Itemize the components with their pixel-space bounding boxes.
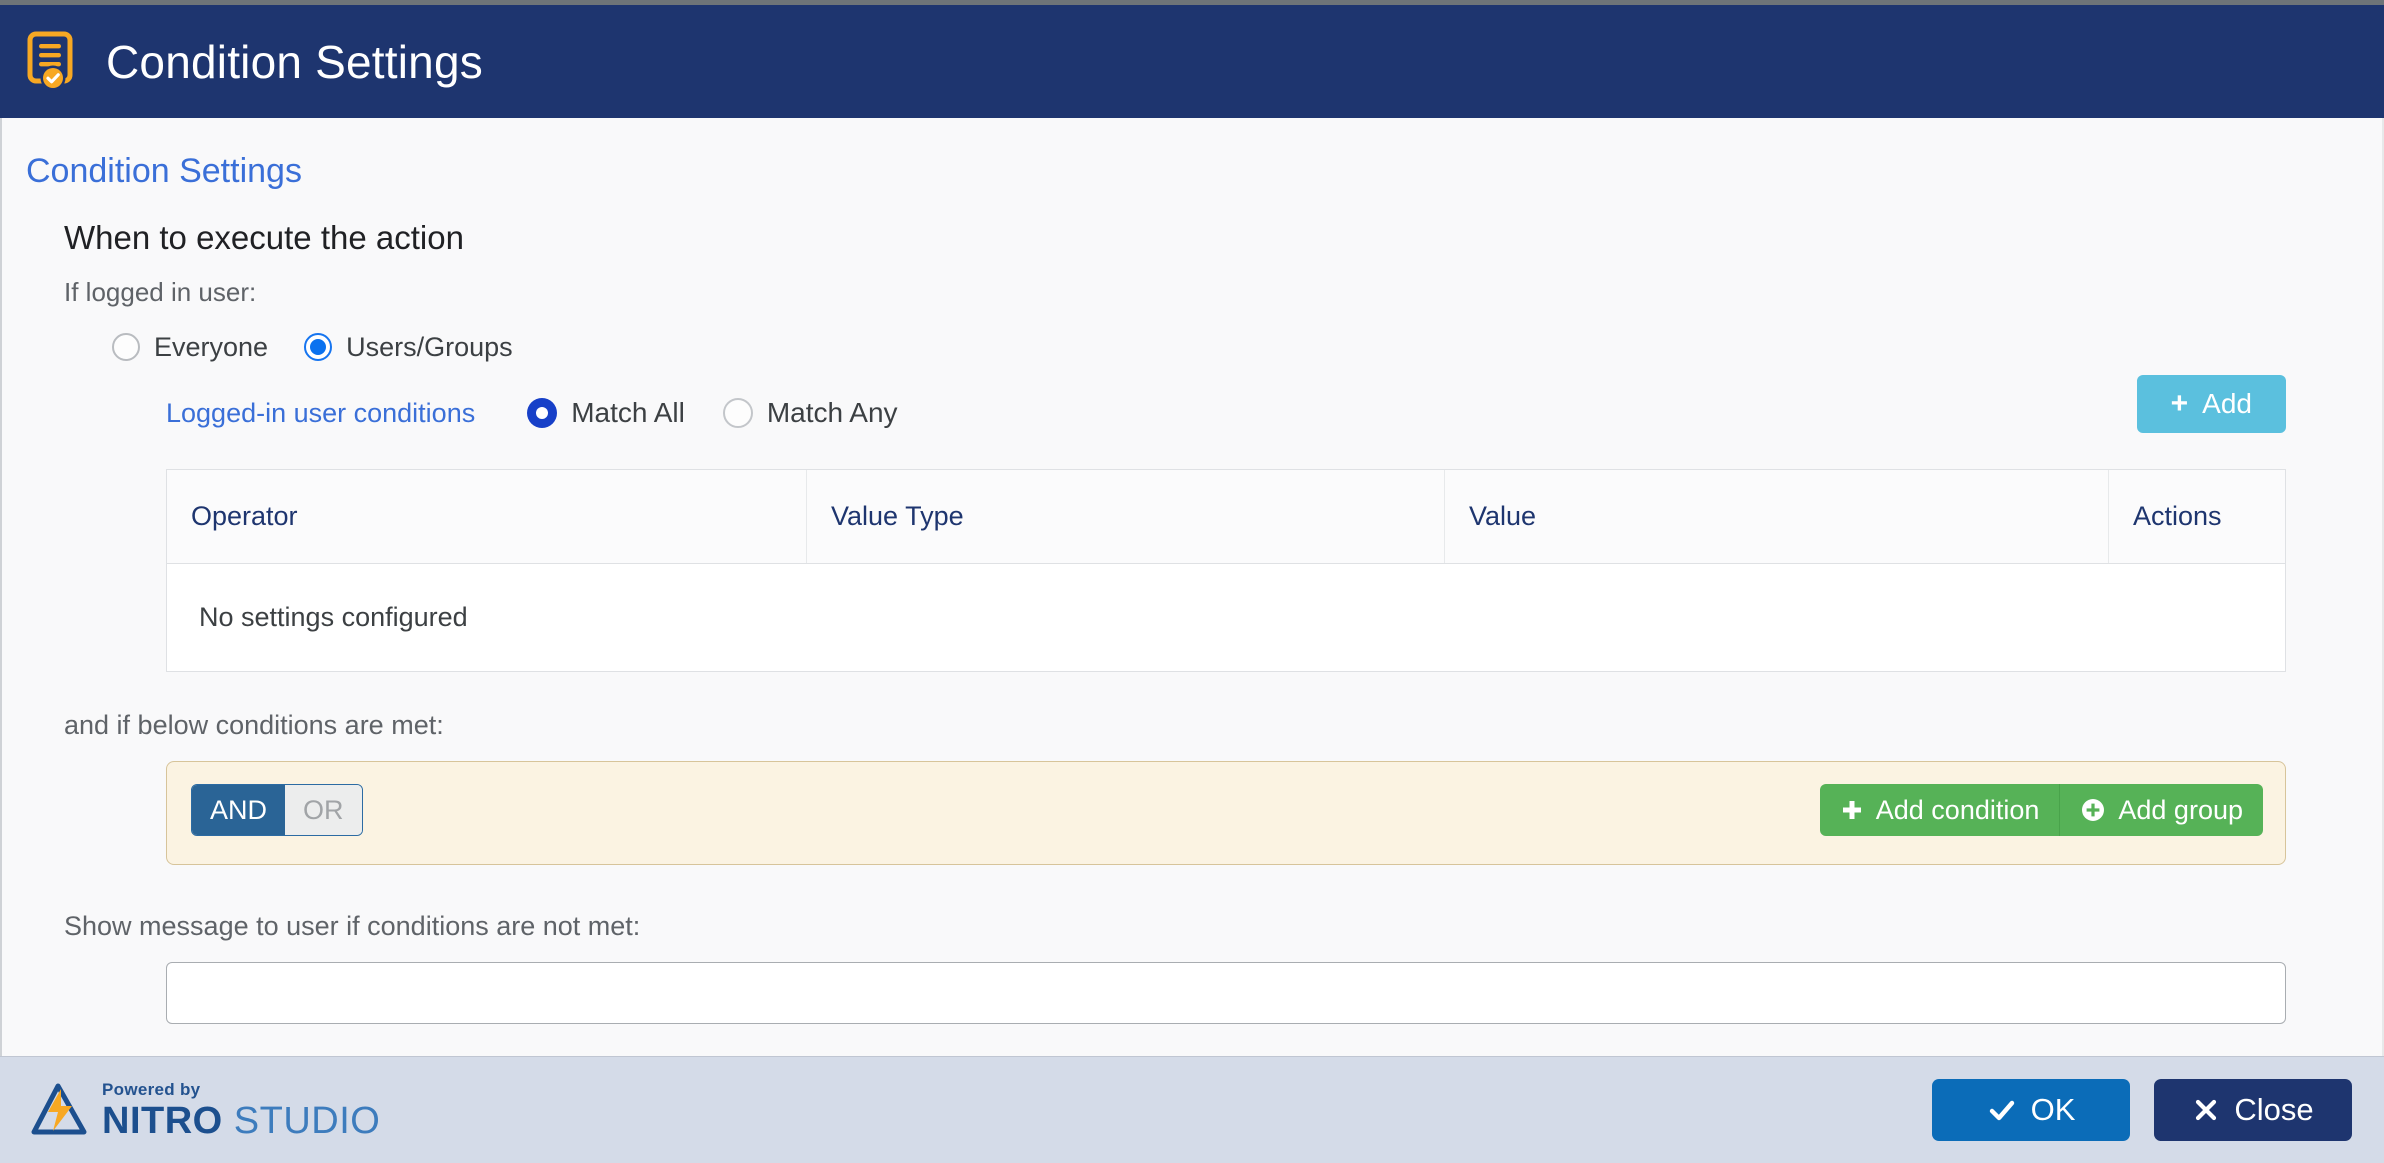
below-conditions-label: and if below conditions are met: [64, 710, 444, 740]
check-icon [1987, 1095, 2017, 1125]
close-x-icon [2192, 1096, 2220, 1124]
add-condition-button[interactable]: Add condition [1819, 784, 2060, 836]
logged-in-user-conditions-row: Logged-in user conditions Match All Matc… [166, 361, 2286, 441]
condition-builder-panel: AND OR Add condition Add group [166, 761, 2286, 865]
close-button[interactable]: Close [2154, 1079, 2352, 1141]
radio-everyone-label: Everyone [154, 331, 269, 362]
table-header-row: Operator Value Type Value Actions [167, 470, 2285, 564]
dialog-title: Condition Settings [106, 35, 483, 88]
section-subheading: When to execute the action [64, 219, 464, 256]
radio-match-all-label: Match All [571, 397, 685, 428]
footer-buttons: OK Close [1932, 1079, 2352, 1141]
message-label: Show message to user if conditions are n… [64, 911, 641, 941]
column-header-value: Value [1445, 470, 2109, 563]
logged-in-user-conditions-link[interactable]: Logged-in user conditions [166, 399, 475, 427]
page-title: Condition Settings [26, 152, 302, 190]
user-scope-radio-group: Everyone Users/Groups [2, 305, 2382, 361]
plus-icon [1840, 798, 1864, 822]
radio-match-any-icon[interactable] [722, 398, 753, 428]
condition-builder-actions: Add condition Add group [1819, 784, 2263, 836]
logo-brand-studio: STUDIO [222, 1099, 381, 1142]
document-check-icon [27, 31, 73, 90]
ok-button-label: OK [2030, 1092, 2076, 1127]
dialog-footer: Powered by NITRO STUDIO OK Close [0, 1056, 2384, 1163]
radio-option-match-any[interactable]: Match Any [722, 397, 898, 428]
add-condition-row-button[interactable]: + Add [2136, 375, 2286, 433]
column-header-operator: Operator [167, 470, 807, 563]
toggle-or[interactable]: OR [285, 785, 362, 835]
add-group-button[interactable]: Add group [2059, 784, 2263, 836]
and-or-toggle: AND OR [191, 784, 363, 836]
plus-circle-icon [2080, 797, 2106, 823]
logo-powered-by: Powered by [102, 1079, 201, 1099]
toggle-and[interactable]: AND [192, 785, 286, 835]
radio-option-everyone[interactable]: Everyone [112, 333, 268, 361]
dialog-titlebar: Condition Settings [0, 5, 2384, 118]
nitro-studio-logo: Powered by NITRO STUDIO [28, 1079, 380, 1141]
plus-icon: + [2170, 387, 2189, 420]
radio-everyone-icon[interactable] [112, 333, 140, 361]
condition-settings-dialog: Condition Settings Condition Settings Wh… [0, 0, 2384, 1163]
add-button-label: Add [2202, 388, 2252, 419]
logo-brand-nitro: NITRO [102, 1099, 223, 1142]
nitro-lightning-logo [31, 1083, 87, 1135]
radio-option-users-groups[interactable]: Users/Groups [304, 333, 513, 361]
add-group-label: Add group [2118, 794, 2243, 825]
column-header-value-type: Value Type [807, 470, 1445, 563]
close-button-label: Close [2234, 1092, 2314, 1127]
ok-button[interactable]: OK [1932, 1079, 2130, 1141]
user-conditions-table: Operator Value Type Value Actions No set… [166, 469, 2286, 672]
table-empty-row: No settings configured [167, 564, 2285, 671]
radio-match-all-icon[interactable] [527, 398, 558, 428]
dialog-content: Condition Settings When to execute the a… [0, 118, 2384, 1056]
message-input[interactable] [166, 962, 2286, 1024]
radio-users-groups-icon[interactable] [304, 333, 333, 361]
add-condition-label: Add condition [1875, 794, 2040, 825]
radio-option-match-all[interactable]: Match All [527, 398, 685, 428]
radio-match-any-label: Match Any [766, 397, 898, 428]
column-header-actions: Actions [2133, 501, 2222, 531]
user-scope-label: If logged in user: [64, 277, 257, 307]
radio-users-groups-label: Users/Groups [346, 331, 513, 362]
